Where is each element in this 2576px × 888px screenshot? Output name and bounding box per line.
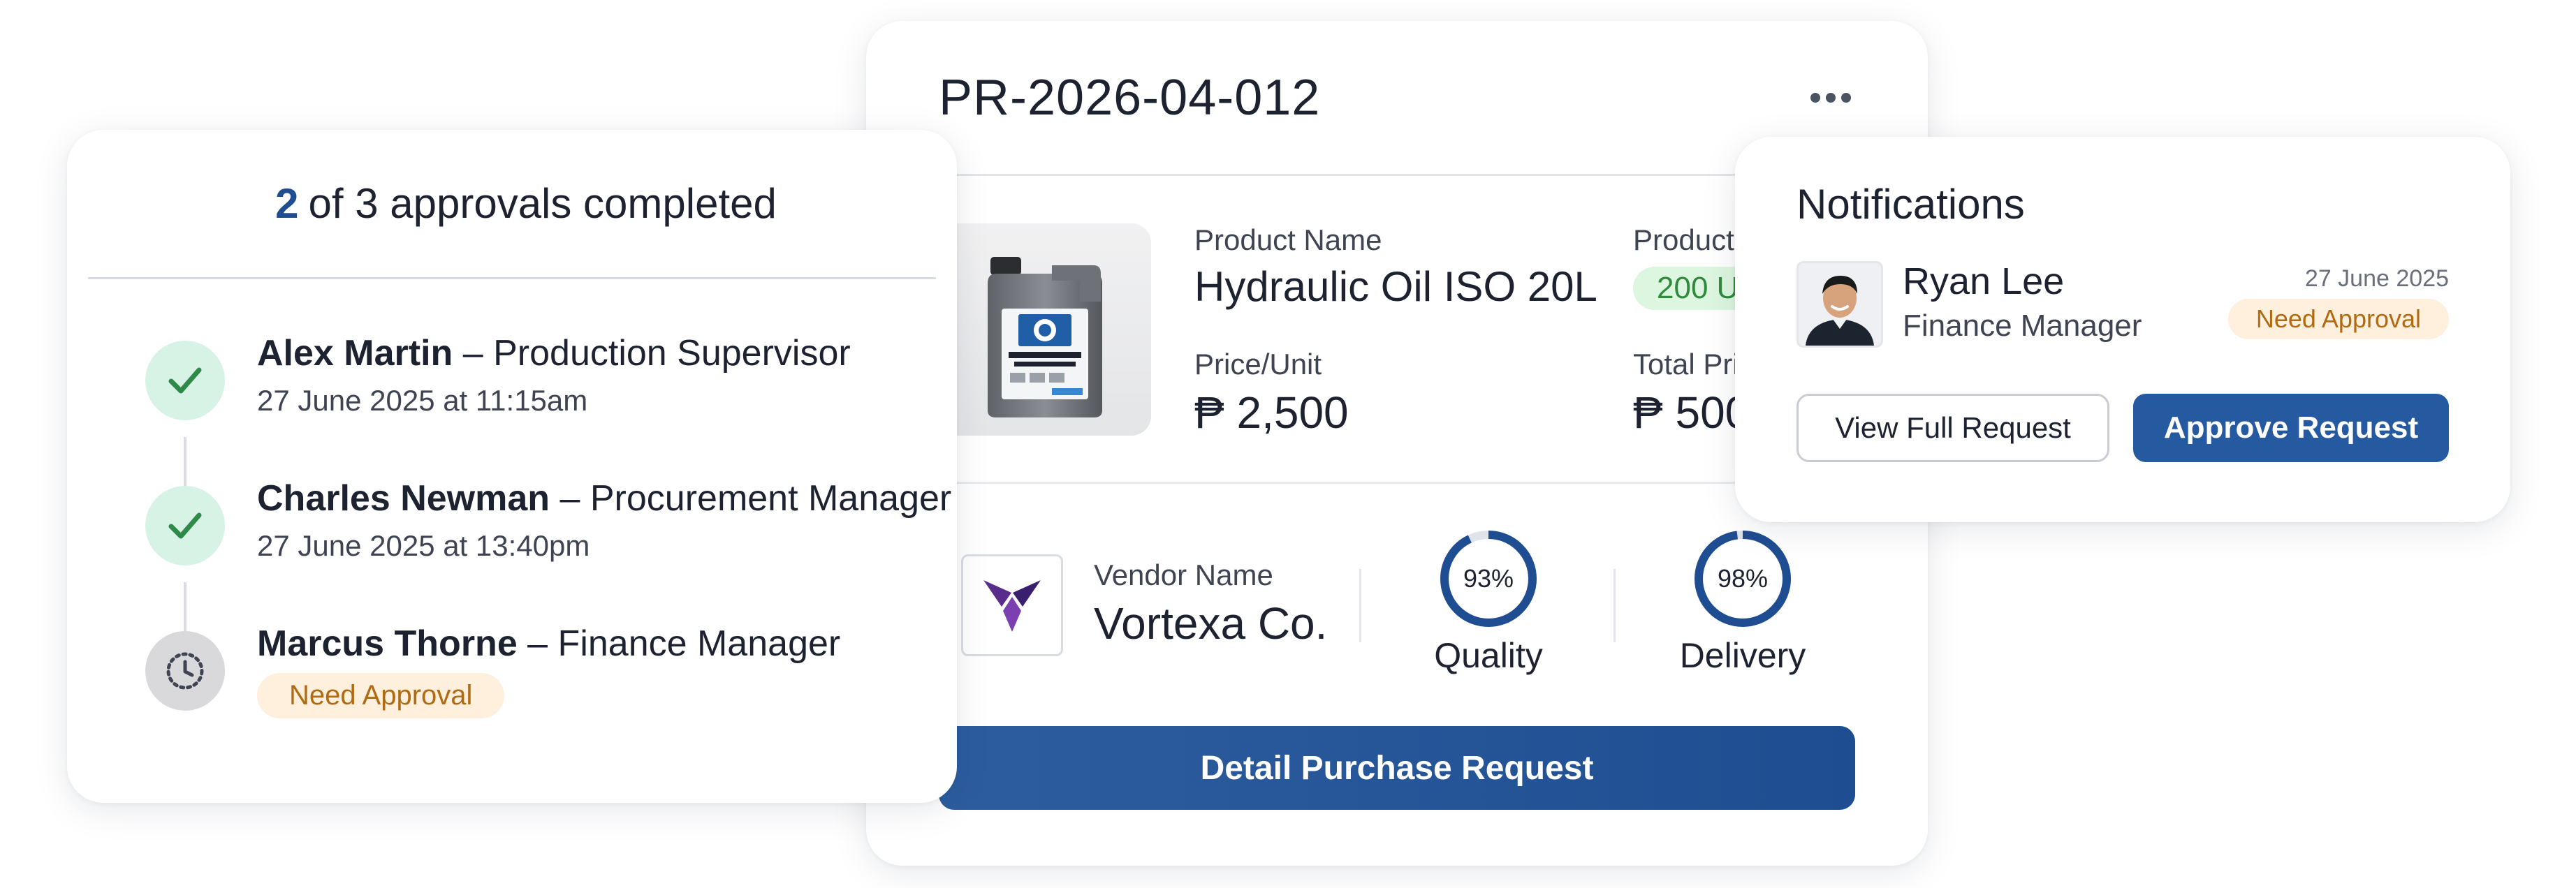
more-horizontal-icon-dot: [1826, 92, 1836, 103]
more-horizontal-icon: [1810, 92, 1820, 103]
approval-step-status: [145, 486, 225, 565]
product-name-value: Hydraulic Oil ISO 20L: [1194, 263, 1597, 310]
timeline-connector: [184, 582, 186, 631]
need-approval-badge: Need Approval: [257, 673, 505, 718]
check-icon: [168, 367, 202, 394]
approval-step-time: 27 June 2025 at 13:40pm: [257, 529, 590, 562]
approvals-count: 2: [275, 180, 299, 227]
user-avatar-icon: [1799, 263, 1881, 346]
vendor-field: Vendor Name Vortexa Co.: [1094, 558, 1327, 649]
approval-step-status: [145, 631, 225, 711]
more-options-button[interactable]: [1803, 86, 1858, 110]
approval-step-status: [145, 341, 225, 420]
product-name-label: Product Name: [1194, 223, 1382, 256]
vendor-name: Vortexa Co.: [1094, 598, 1328, 649]
price-unit-value: ₱ 2,500: [1194, 387, 1349, 438]
check-icon: [168, 512, 202, 539]
vortexa-logo-icon: [983, 580, 1041, 632]
notification-user-role: Finance Manager: [1903, 309, 2142, 343]
need-approval-badge: Need Approval: [2227, 299, 2449, 339]
oil-jug-icon: [988, 257, 1102, 417]
more-horizontal-icon-dot: [1841, 92, 1851, 103]
delivery-label: Delivery: [1679, 636, 1806, 675]
price-unit-label: Price/Unit: [1194, 348, 1322, 380]
clock-pending-icon: [166, 652, 204, 690]
quality-ring: 93%: [1436, 526, 1541, 631]
product-name-field: Product Name Hydraulic Oil ISO 20L: [1194, 223, 1597, 311]
notifications-card: Notifications Ryan Lee Finance Manager 2…: [1735, 137, 2510, 522]
approver-role: – Finance Manager: [517, 623, 841, 664]
vendor-label: Vendor Name: [1094, 558, 1273, 591]
view-full-request-button[interactable]: View Full Request: [1796, 394, 2109, 462]
approver-name: Charles Newman: [257, 478, 550, 519]
request-id: PR-2026-04-012: [939, 69, 1321, 126]
approval-step-time: 27 June 2025 at 11:15am: [257, 384, 588, 417]
product-image: [939, 223, 1151, 436]
approver-role: – Procurement Manager: [550, 478, 952, 519]
approve-request-button[interactable]: Approve Request: [2133, 394, 2449, 462]
approvals-card: 2 of 3 approvals completed Alex Martin –…: [67, 130, 957, 803]
detail-purchase-request-button[interactable]: Detail Purchase Request: [939, 726, 1855, 810]
approval-step-name: Alex Martin – Production Supervisor: [257, 332, 851, 374]
vertical-separator: [1613, 569, 1616, 642]
approvals-title: 2 of 3 approvals completed: [88, 130, 936, 279]
notification-user-name: Ryan Lee: [1903, 260, 2065, 302]
quality-value: 93%: [1463, 564, 1514, 593]
approver-name: Alex Martin: [257, 333, 453, 373]
divider: [939, 482, 1858, 484]
notifications-title: Notifications: [1796, 181, 2025, 228]
request-header: PR-2026-04-012: [939, 21, 1858, 176]
approver-role: – Production Supervisor: [453, 333, 851, 373]
vendor-logo: [961, 554, 1063, 656]
approval-step-name: Marcus Thorne – Finance Manager: [257, 623, 840, 665]
quality-label: Quality: [1434, 636, 1543, 675]
timeline-connector: [184, 437, 186, 486]
notification-date: 27 June 2025: [2304, 265, 2449, 292]
approver-name: Marcus Thorne: [257, 623, 518, 664]
price-unit-field: Price/Unit ₱ 2,500: [1194, 348, 1349, 438]
vertical-separator: [1359, 569, 1361, 642]
delivery-value: 98%: [1717, 564, 1769, 593]
avatar: [1796, 261, 1883, 348]
approval-step-name: Charles Newman – Procurement Manager: [257, 478, 951, 519]
delivery-ring: 98%: [1690, 526, 1795, 631]
approvals-title-text: of 3 approvals completed: [308, 180, 777, 227]
